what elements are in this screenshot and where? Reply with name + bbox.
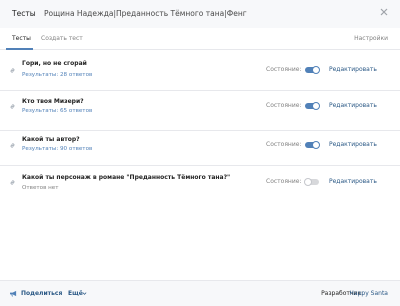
developer-link[interactable]: Happy Santa — [349, 290, 388, 297]
test-results-link[interactable]: Результаты: 90 ответов — [22, 146, 92, 152]
state-label: Состояние: — [266, 141, 302, 148]
edit-link[interactable]: Редактировать — [329, 66, 377, 73]
active-tab-indicator — [6, 48, 33, 50]
toggle-knob — [312, 102, 320, 110]
link-icon — [10, 68, 15, 73]
link-icon — [10, 104, 15, 109]
state-label: Состояние: — [266, 66, 302, 73]
state-toggle[interactable] — [305, 102, 320, 110]
test-results-link[interactable]: Результаты: 65 ответов — [22, 108, 92, 114]
test-row: Какой ты автор? Результаты: 90 ответов С… — [0, 126, 400, 166]
test-row: Кто твоя Мизери? Результаты: 65 ответов … — [0, 91, 400, 131]
tab-create-test[interactable]: Создать тест — [41, 35, 83, 42]
test-title[interactable]: Гори, но не сгорай — [22, 60, 87, 67]
app-subtitle: Рощина Надежда|Преданность Тёмного тана|… — [44, 9, 247, 18]
test-title[interactable]: Какой ты персонаж в романе "Преданность … — [22, 174, 230, 181]
edit-link[interactable]: Редактировать — [329, 141, 377, 148]
state-label: Состояние: — [266, 102, 302, 109]
edit-link[interactable]: Редактировать — [329, 102, 377, 109]
close-icon[interactable] — [379, 7, 389, 17]
link-icon — [10, 143, 15, 148]
test-title[interactable]: Какой ты автор? — [22, 136, 80, 143]
state-label: Состояние: — [266, 178, 302, 185]
app-window: Тесты Рощина Надежда|Преданность Тёмного… — [0, 0, 400, 306]
test-results-status: Ответов нет — [22, 185, 59, 191]
test-title[interactable]: Кто твоя Мизери? — [22, 98, 84, 105]
tab-tests[interactable]: Тесты — [12, 35, 31, 42]
test-row: Гори, но не сгорай Результаты: 28 ответо… — [0, 51, 400, 91]
toggle-knob — [312, 141, 320, 149]
app-title: Тесты — [12, 9, 36, 18]
settings-link[interactable]: Настройки — [354, 35, 388, 42]
state-toggle[interactable] — [305, 141, 320, 149]
test-row: Какой ты персонаж в романе "Преданность … — [0, 166, 400, 206]
tab-bar: Тесты Создать тест Настройки — [0, 28, 400, 50]
state-toggle[interactable] — [304, 178, 319, 186]
edit-link[interactable]: Редактировать — [329, 178, 377, 185]
more-menu-button[interactable]: Ещё — [68, 290, 83, 297]
window-header: Тесты Рощина Надежда|Преданность Тёмного… — [0, 0, 400, 28]
megaphone-icon — [10, 290, 17, 297]
test-results-link[interactable]: Результаты: 28 ответов — [22, 72, 92, 78]
state-toggle[interactable] — [305, 66, 320, 74]
chevron-down-icon[interactable] — [82, 291, 87, 296]
share-button[interactable]: Поделиться — [21, 290, 62, 297]
footer: Поделиться Ещё Разработчик: Happy Santa — [0, 280, 400, 306]
toggle-knob — [312, 66, 320, 74]
link-icon — [10, 180, 15, 185]
toggle-knob — [304, 178, 312, 186]
